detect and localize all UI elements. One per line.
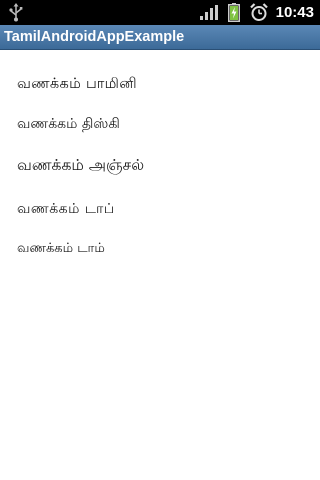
greeting-anjal: வணக்கம் அஞ்சல் bbox=[17, 156, 145, 174]
status-time: 10:43 bbox=[275, 4, 314, 21]
app-title: TamilAndroidAppExample bbox=[4, 29, 185, 45]
content-area: வணக்கம் பாமினி வணக்கம் திஸ்கி வணக்கம் அஞ… bbox=[0, 51, 320, 480]
usb-icon bbox=[9, 3, 23, 22]
status-bar: 10:43 bbox=[0, 0, 320, 25]
alarm-clock-icon bbox=[250, 3, 268, 21]
greeting-tam: வணக்கம் டாம் bbox=[17, 241, 105, 256]
greeting-tscii: வணக்கம் திஸ்கி bbox=[17, 116, 120, 132]
greeting-bamini: வணக்கம் பாமினி bbox=[17, 76, 137, 92]
app-title-bar: TamilAndroidAppExample bbox=[0, 25, 320, 50]
signal-icon bbox=[200, 5, 218, 20]
greeting-tab: வணக்கம் டாப் bbox=[17, 201, 115, 217]
battery-charging-icon bbox=[228, 3, 240, 22]
